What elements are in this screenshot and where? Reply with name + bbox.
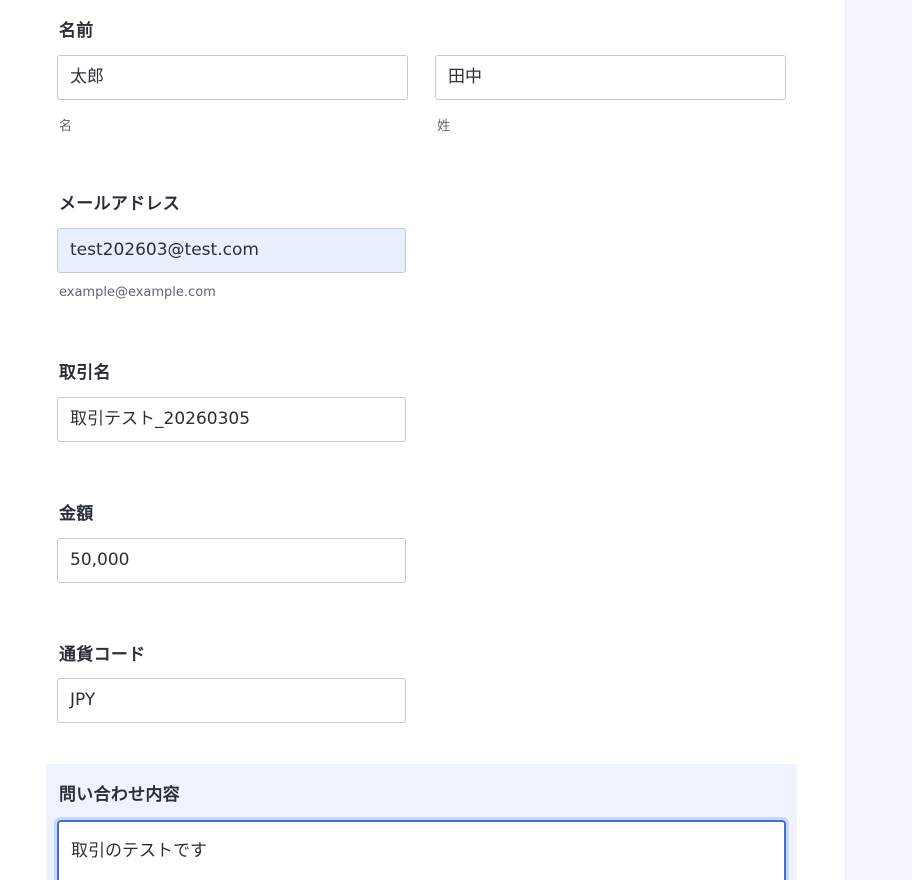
first-name-sublabel: 名 xyxy=(59,119,73,134)
name-label: 名前 xyxy=(59,21,94,41)
email-hint: example@example.com xyxy=(59,285,216,300)
last-name-input[interactable]: 田中 xyxy=(435,55,786,100)
currency-input[interactable]: JPY xyxy=(57,678,406,723)
right-side-panel xyxy=(845,0,912,880)
amount-label: 金額 xyxy=(59,504,94,524)
email-label: メールアドレス xyxy=(59,194,181,214)
last-name-sublabel: 姓 xyxy=(437,119,451,134)
deal-name-input[interactable]: 取引テスト_20260305 xyxy=(57,397,406,442)
amount-input[interactable]: 50,000 xyxy=(57,538,406,583)
deal-name-label: 取引名 xyxy=(59,363,111,383)
inquiry-textarea[interactable]: 取引のテストです xyxy=(57,820,786,880)
email-input[interactable]: test202603@test.com xyxy=(57,228,406,273)
contact-form-page: 名前 太郎 名 田中 姓 メールアドレス test202603@test.com… xyxy=(0,0,912,880)
inquiry-label: 問い合わせ内容 xyxy=(59,785,181,805)
currency-label: 通貨コード xyxy=(59,645,146,665)
first-name-input[interactable]: 太郎 xyxy=(57,55,408,100)
